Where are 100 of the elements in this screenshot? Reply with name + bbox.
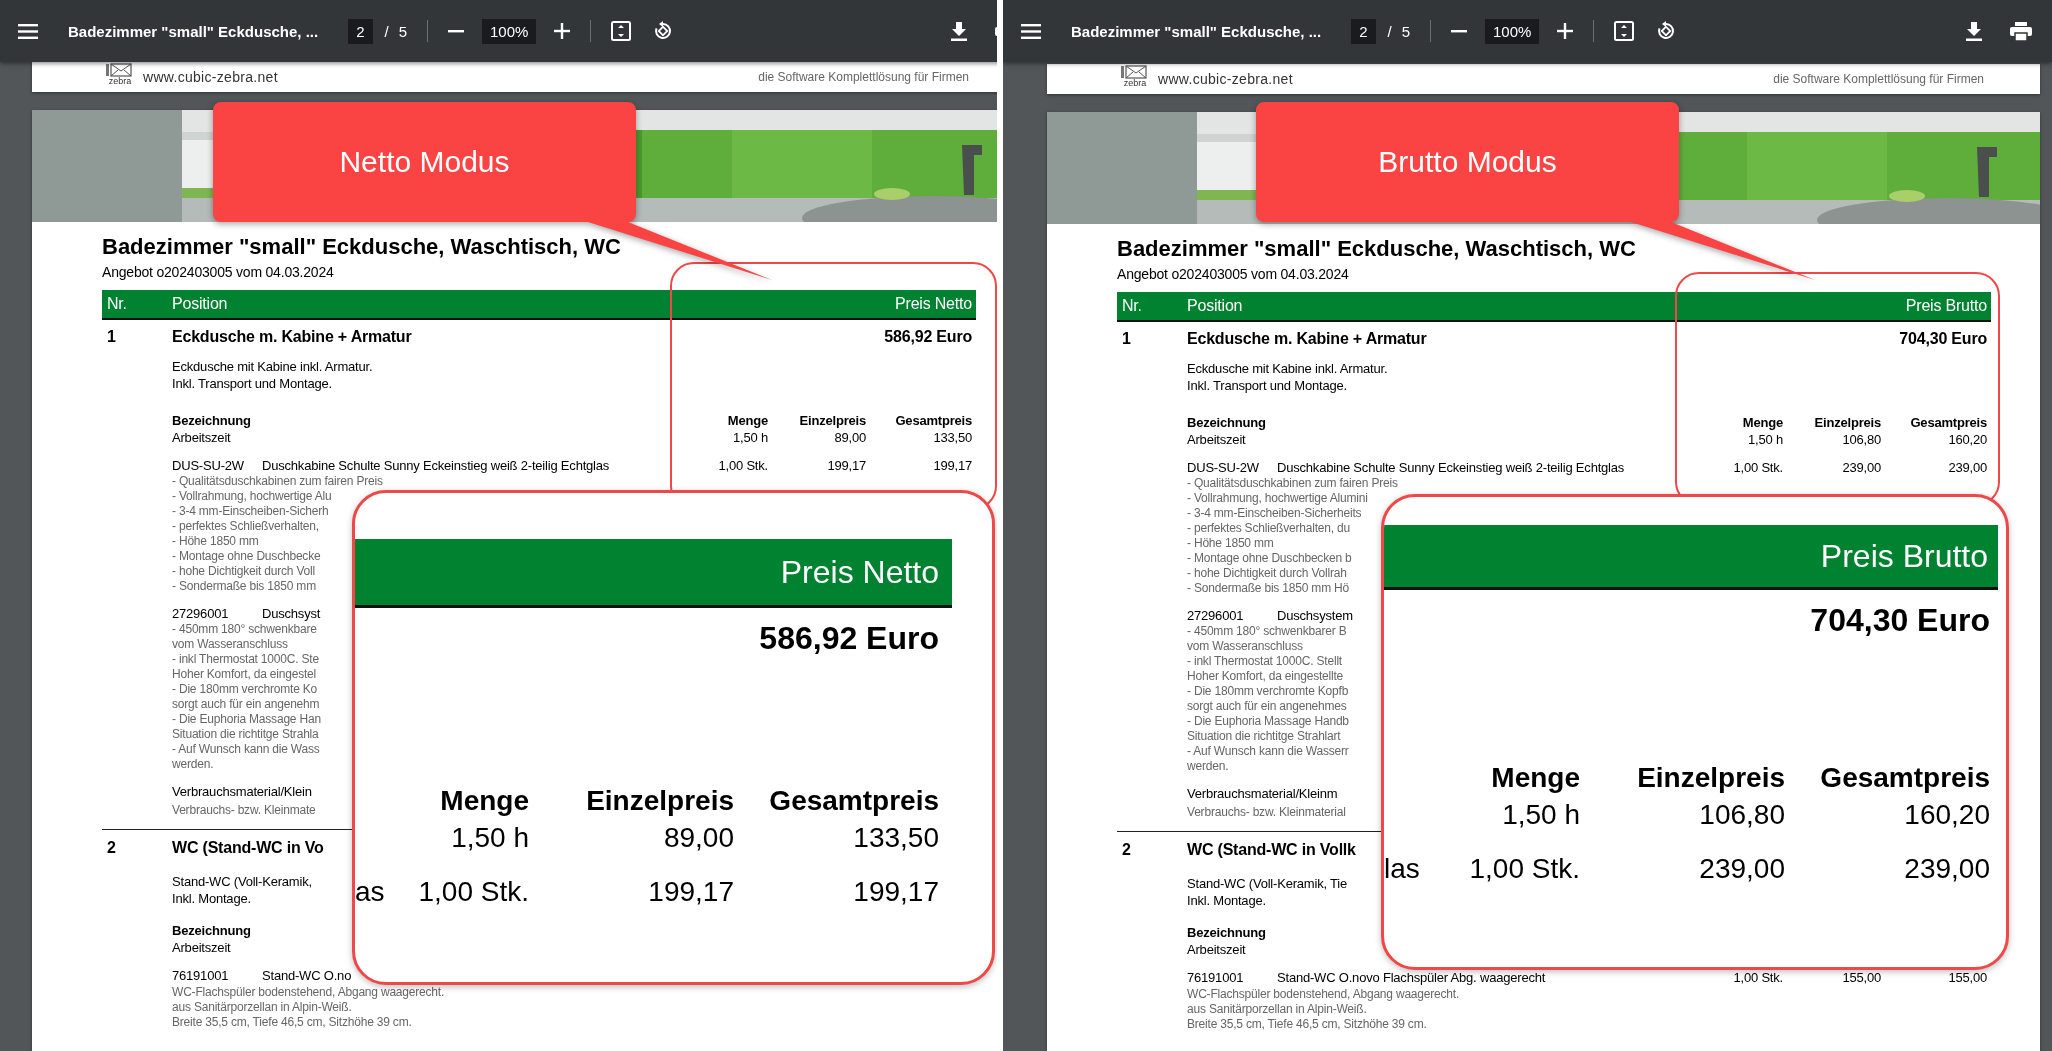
article-note: - Höhe 1850 mm xyxy=(1187,536,1274,551)
article-note: Verbrauchs- bzw. Kleinmaterial xyxy=(1187,805,1346,820)
item-number: 1 xyxy=(106,327,117,347)
article-note: - Höhe 1850 mm xyxy=(172,534,259,549)
column-label: Menge xyxy=(1490,761,1580,795)
article-note: vom Wasseranschluss xyxy=(1187,639,1303,654)
item-description: Inkl. Transport und Montage. xyxy=(1187,377,1347,394)
article-code: 27296001 xyxy=(1187,607,1245,624)
line-name: Arbeitszeit xyxy=(172,939,231,956)
line-name: Arbeitszeit xyxy=(1187,941,1246,958)
column-header: Nr. xyxy=(106,295,128,313)
article-note: - Montage ohne Duschbecke xyxy=(172,549,321,564)
line-name: Arbeitszeit xyxy=(1187,431,1246,448)
column-label: Menge xyxy=(1741,415,1783,431)
column-label: Gesamtpreis xyxy=(1819,761,1990,795)
item-description: Inkl. Montage. xyxy=(1187,892,1266,909)
column-label: Bezeichnung xyxy=(1187,925,1266,941)
total-price: 160,20 xyxy=(1947,431,1987,448)
fit-page-icon[interactable] xyxy=(611,21,632,41)
item-number: 1 xyxy=(1121,329,1132,349)
article-note: Breite 35,5 cm, Tiefe 46,5 cm, Sitzhöhe 39 cm. xyxy=(172,1015,412,1030)
item-description: Inkl. Transport und Montage. xyxy=(172,375,332,392)
unit-price: 106,80 xyxy=(1841,431,1881,448)
zoom-out-icon[interactable] xyxy=(1451,29,1468,33)
fit-page-icon[interactable] xyxy=(1614,21,1635,41)
line-name: Arbeitszeit xyxy=(172,429,231,446)
quantity: 1,50 h xyxy=(1747,431,1783,448)
page-separator: / xyxy=(1387,22,1392,40)
zoom-in-icon[interactable] xyxy=(554,23,571,39)
article-name: Duschsystem xyxy=(1277,607,1353,624)
item-description: Stand-WC (Voll-Keramik, Tie xyxy=(1187,875,1348,892)
article-note: - Die Euphoria Massage Handb xyxy=(1187,714,1349,729)
article-note: Verbrauchs- bzw. Kleinmate xyxy=(172,803,316,818)
article-note: - Sondermaße bis 1850 mm xyxy=(172,579,316,594)
article-note: - Vollrahmung, hochwertige Alumini xyxy=(1187,491,1368,506)
article-code: DUS-SU-2W xyxy=(172,457,245,474)
offer-subtitle: Angebot o202403005 vom 04.03.2024 xyxy=(1117,266,1349,282)
offer-subtitle: Angebot o202403005 vom 04.03.2024 xyxy=(102,264,334,280)
article-code: DUS-SU-2W xyxy=(1187,459,1260,476)
page-number-field[interactable]: 2 xyxy=(348,18,373,44)
zoom-level-field[interactable]: 100% xyxy=(1485,18,1540,44)
total-price: 133,50 xyxy=(852,821,939,855)
item-title: WC (Stand-WC in Vollk xyxy=(1187,840,1356,860)
item-price: 704,30 Euro xyxy=(1898,329,1987,349)
zoom-in-icon[interactable] xyxy=(1557,23,1574,39)
column-header: Preis Brutto xyxy=(1905,297,1987,315)
website-url: www.cubic-zebra.net xyxy=(1158,71,1293,87)
column-label: Gesamtpreis xyxy=(894,413,972,429)
column-label: Bezeichnung xyxy=(172,923,251,939)
page-number-field[interactable]: 2 xyxy=(1351,18,1376,44)
total-price: 239,00 xyxy=(1947,459,1987,476)
article-note: vom Wasseranschluss xyxy=(172,637,288,652)
rotate-icon[interactable] xyxy=(1656,21,1677,41)
article-name: Stand-WC O.no xyxy=(262,967,352,984)
total-price: 133,50 xyxy=(932,429,972,446)
menu-icon[interactable] xyxy=(1021,23,1041,39)
column-label: Einzelpreis xyxy=(1636,761,1785,795)
column-label: Einzelpreis xyxy=(798,413,866,429)
unit-price: 89,00 xyxy=(833,429,866,446)
item-price: 586,92 Euro xyxy=(758,619,940,658)
company-tagline: die Software Komplettlösung für Firmen xyxy=(758,70,969,84)
menu-icon[interactable] xyxy=(18,23,38,39)
article-note: - 450mm 180° schwenkbarer B xyxy=(1187,624,1347,639)
article-note: - 450mm 180° schwenkbare xyxy=(172,622,317,637)
download-icon[interactable] xyxy=(951,21,967,41)
quantity: 1,00 Stk. xyxy=(1732,459,1783,476)
logo-text: zebra xyxy=(1123,78,1147,88)
column-header: Preis Netto xyxy=(780,553,939,591)
line-name: las xyxy=(1384,852,1421,886)
column-label: Menge xyxy=(726,413,768,429)
column-label: Einzelpreis xyxy=(585,784,734,818)
zoom-level-field[interactable]: 100% xyxy=(482,18,537,44)
callout-text: Netto Modus xyxy=(339,145,510,179)
article-note: - Auf Wunsch kann die Wass xyxy=(172,742,320,757)
column-label: Bezeichnung xyxy=(172,413,251,429)
article-note: aus Sanitärporzellan in Alpin-Weiß. xyxy=(1187,1002,1367,1017)
article-note: - Montage ohne Duschbecken b xyxy=(1187,551,1352,566)
download-icon[interactable] xyxy=(1966,21,1982,41)
column-header: Nr. xyxy=(1121,297,1143,315)
article-note: - Die 180mm verchromte Ko xyxy=(172,682,318,697)
unit-price: 89,00 xyxy=(662,821,734,855)
zoom-out-icon[interactable] xyxy=(448,29,465,33)
quantity: 1,00 Stk. xyxy=(1468,852,1580,886)
item-price: 704,30 Euro xyxy=(1809,601,1991,640)
print-icon[interactable] xyxy=(2010,21,2032,41)
rotate-icon[interactable] xyxy=(653,21,674,41)
item-number: 2 xyxy=(106,838,117,858)
total-price: 160,20 xyxy=(1903,798,1990,832)
article-note: - Auf Wunsch kann die Wasserr xyxy=(1187,744,1349,759)
article-note: sorgt auch für ein angenehm xyxy=(172,697,320,712)
column-label: Bezeichnung xyxy=(1187,415,1266,431)
article-name: Stand-WC O.novo Flachspüler Abg. waagerecht xyxy=(1277,969,1546,986)
column-label: Gesamtpreis xyxy=(1909,415,1987,431)
article-note: Situation die richtitge Strahla xyxy=(172,727,319,742)
item-price: 586,92 Euro xyxy=(883,327,972,347)
article-note: - Vollrahmung, hochwertige Alu xyxy=(172,489,332,504)
page-count: 5 xyxy=(398,22,408,40)
article-note: WC-Flachspüler bodenstehend, Abgang waagerecht. xyxy=(1187,987,1460,1002)
article-code: 76191001 xyxy=(172,967,230,984)
column-header: Preis Brutto xyxy=(1820,537,1988,575)
